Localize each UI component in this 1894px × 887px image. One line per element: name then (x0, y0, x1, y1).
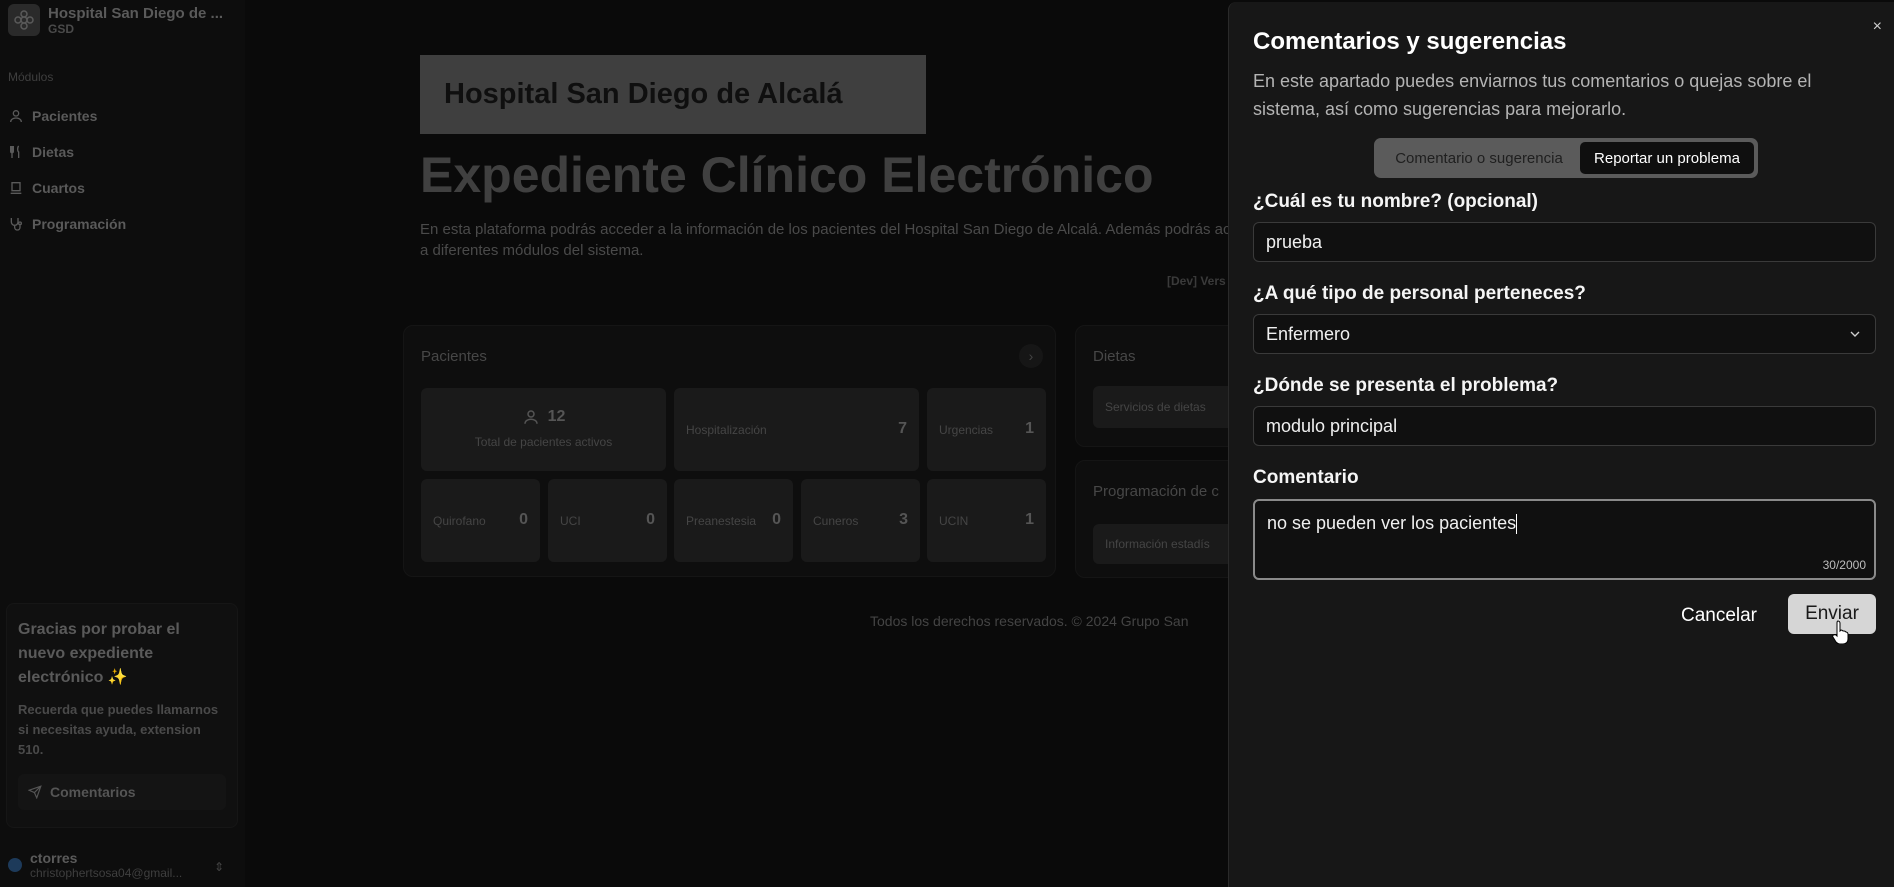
stat-tile-value: 0 (646, 511, 655, 528)
promo-title: Gracias por probar el nuevo expediente e… (18, 621, 180, 686)
tab-comentario[interactable]: Comentario o sugerencia (1378, 142, 1580, 174)
stethoscope-icon (10, 218, 22, 231)
avatar (8, 858, 22, 872)
staff-type-select[interactable]: Enfermero (1253, 314, 1876, 354)
text-caret (1516, 514, 1518, 535)
sidebar-item-programacion[interactable]: Programación (8, 206, 126, 242)
stat-tile-urgencias[interactable]: Urgencias 1 (927, 388, 1046, 471)
chevrons-up-down-icon[interactable]: ⇕ (214, 860, 224, 874)
promo-text: Recuerda que puedes llamarnos si necesit… (18, 702, 219, 757)
comment-value: no se pueden ver los pacientes (1267, 513, 1517, 533)
hospital-name-banner: Hospital San Diego de Alcalá (420, 55, 926, 134)
user-icon (10, 110, 22, 123)
name-field-value: prueba (1266, 231, 1323, 252)
comment-label: Comentario (1253, 467, 1359, 488)
stat-tile-label: UCI (560, 514, 581, 528)
sidebar-item-pacientes[interactable]: Pacientes (8, 98, 126, 134)
modules-section-label: Módulos (8, 70, 54, 84)
total-patients-tile[interactable]: 12 Total de pacientes activos (421, 388, 666, 471)
staff-type-label: ¿A qué tipo de personal perteneces? (1253, 283, 1586, 304)
stat-tile-label: Hospitalización (686, 423, 767, 437)
stat-tile-uci[interactable]: UCI 0 (548, 479, 667, 562)
chevron-down-icon (1850, 331, 1860, 337)
brand-name: Hospital San Diego de ... (48, 4, 224, 22)
name-field-label: ¿Cuál es tu nombre? (opcional) (1253, 191, 1539, 212)
bed-icon (10, 182, 22, 194)
footer-text: Todos los derechos reservados. © 2024 Gr… (870, 613, 1189, 629)
patients-card-title: Pacientes (421, 348, 487, 365)
location-field[interactable]: modulo principal (1253, 406, 1876, 446)
utensils-icon (10, 145, 20, 158)
stat-tile-value: 0 (519, 511, 528, 528)
comments-button[interactable]: Comentarios (18, 774, 226, 810)
total-patients-count: 12 (547, 408, 566, 425)
sidebar: Hospital San Diego de ... GSD Módulos Pa… (0, 0, 245, 887)
feedback-type-tabs: Comentario o sugerencia Reportar un prob… (1374, 138, 1758, 178)
stat-tile-value: 3 (899, 511, 908, 528)
stat-tile-cuneros[interactable]: Cuneros 3 (801, 479, 920, 562)
stat-tile-label: Urgencias (939, 423, 994, 437)
stat-tile-value: 0 (772, 511, 781, 528)
cancel-button[interactable]: Cancelar (1666, 597, 1772, 635)
intro-text: En esta plataforma podrás acceder a la i… (420, 221, 1268, 259)
dialog-description: En este apartado puedes enviarnos tus co… (1253, 71, 1812, 119)
brand-subtitle: GSD (48, 21, 75, 36)
diets-card-title: Dietas (1093, 348, 1136, 365)
comment-textarea[interactable]: no se pueden ver los pacientes 30/2000 (1253, 499, 1876, 580)
statistics-label: Información estadís (1105, 537, 1210, 551)
feedback-dialog: × Comentarios y sugerencias En este apar… (1228, 2, 1894, 887)
brand[interactable]: Hospital San Diego de ... GSD (8, 4, 223, 36)
user-email: christophertsosa04@gmail... (30, 866, 183, 880)
app-root: Hospital San Diego de ... GSD Módulos Pa… (0, 0, 1894, 887)
stat-tile-value: 1 (1025, 420, 1034, 437)
chevron-right-icon[interactable]: › (1019, 344, 1043, 368)
hospital-name-banner-text: Hospital San Diego de Alcalá (444, 78, 843, 110)
stat-tile-value: 1 (1025, 511, 1034, 528)
stat-tile-label: UCIN (939, 514, 969, 528)
staff-type-value: Enfermero (1266, 323, 1351, 344)
feedback-promo-card: Gracias por probar el nuevo expediente e… (6, 603, 238, 828)
diet-services-label: Servicios de dietas (1105, 400, 1206, 414)
user-menu[interactable]: ctorres christophertsosa04@gmail... (8, 850, 182, 880)
character-counter: 30/2000 (1822, 558, 1866, 572)
sidebar-item-dietas[interactable]: Dietas (8, 134, 126, 170)
version-label: [Dev] Vers (1167, 274, 1226, 288)
stat-tile-hospitalizacion[interactable]: Hospitalización 7 (674, 388, 919, 471)
comments-button-label: Comentarios (50, 784, 136, 800)
stat-tile-value: 7 (898, 420, 907, 437)
stat-tile-label: Preanestesia (686, 514, 757, 528)
sidebar-item-label: Programación (32, 216, 127, 232)
stat-tile-ucin[interactable]: UCIN 1 (927, 479, 1046, 562)
stat-tile-label: Cuneros (813, 514, 859, 528)
page-title: Expediente Clínico Electrónico (420, 147, 1154, 203)
hand-cursor-icon (1832, 620, 1849, 644)
location-field-label: ¿Dónde se presenta el problema? (1253, 375, 1559, 396)
user-name: ctorres (30, 850, 78, 866)
send-icon (28, 785, 42, 799)
schedule-card-title: Programación de c (1093, 483, 1219, 500)
name-field[interactable]: prueba (1253, 222, 1876, 262)
stat-tile-preanestesia[interactable]: Preanestesia 0 (674, 479, 793, 562)
stat-tile-quirofano[interactable]: Quirofano 0 (421, 479, 540, 562)
dialog-title: Comentarios y sugerencias (1253, 28, 1567, 55)
sidebar-item-label: Pacientes (32, 108, 98, 124)
stat-tile-label: Quirofano (433, 514, 486, 528)
close-icon[interactable]: × (1873, 18, 1882, 36)
user-icon (523, 410, 538, 424)
patients-card: Pacientes › 12 Total de pacientes activo… (403, 325, 1056, 577)
sidebar-item-cuartos[interactable]: Cuartos (8, 170, 126, 206)
location-field-value: modulo principal (1266, 415, 1398, 436)
tab-reportar-problema[interactable]: Reportar un problema (1580, 142, 1754, 174)
sidebar-item-label: Cuartos (32, 180, 85, 196)
total-patients-label: Total de pacientes activos (474, 435, 613, 449)
sidebar-item-label: Dietas (32, 144, 75, 160)
sidebar-nav: Pacientes Dietas Cuartos Programación (8, 98, 126, 242)
hospital-logo-icon (8, 4, 40, 36)
